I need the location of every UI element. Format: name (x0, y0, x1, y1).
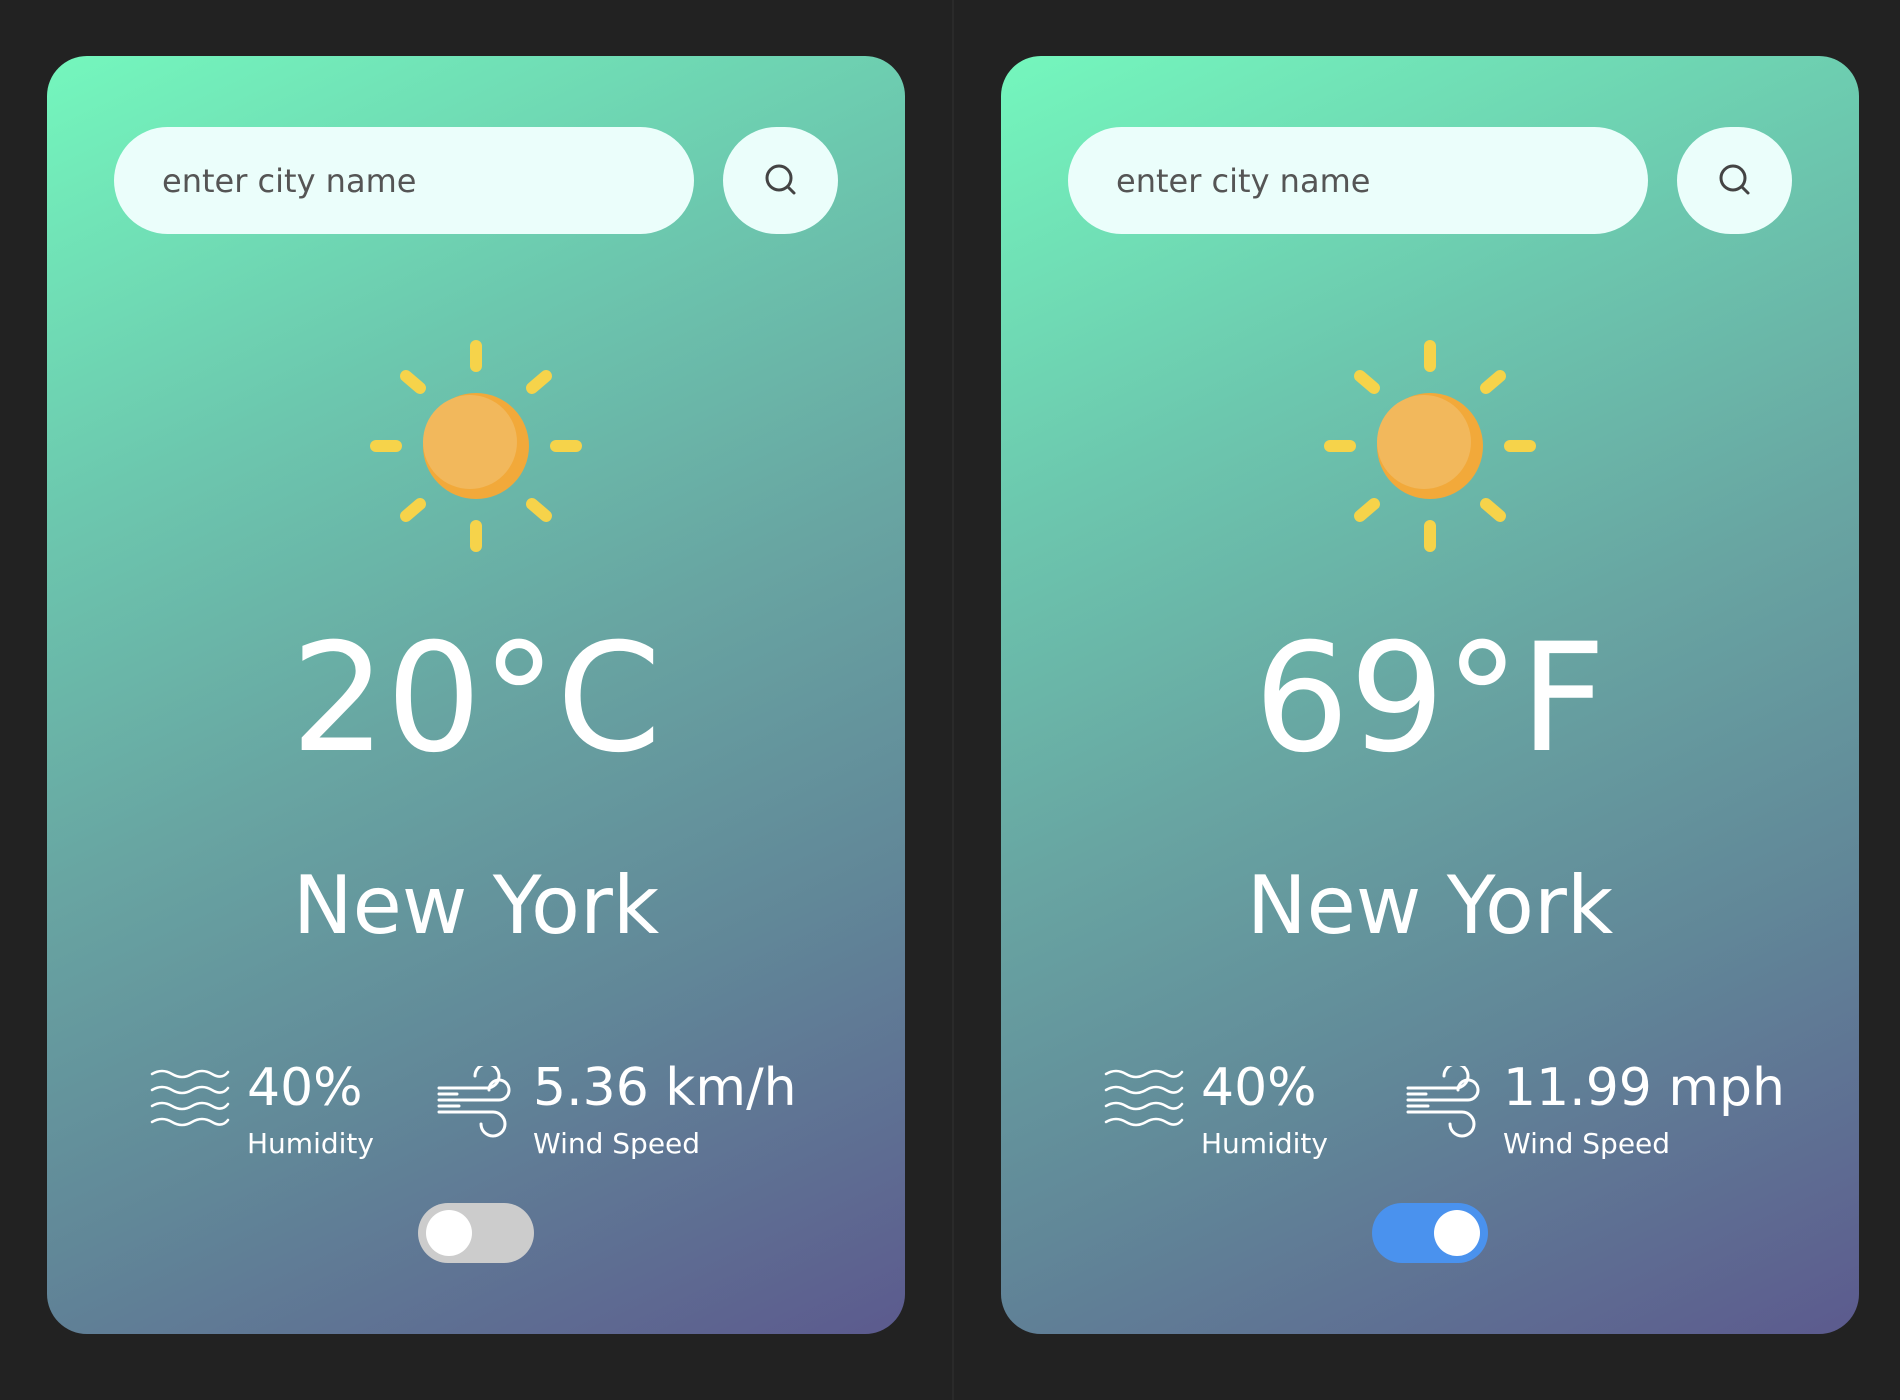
search-icon (1719, 164, 1749, 194)
wind-speed-value: 5.36 km/h (533, 1058, 797, 1118)
humidity-value: 40% (1201, 1058, 1317, 1118)
city-name: New York (1246, 859, 1614, 952)
city-name: New York (292, 859, 660, 952)
search-button[interactable] (723, 127, 838, 234)
city-search-input[interactable] (114, 127, 694, 234)
city-search-input[interactable] (1068, 127, 1648, 234)
app-screen: 20°C New York 40% Humidity 5.36 km/h Win… (0, 0, 1900, 1400)
humidity-label: Humidity (1201, 1127, 1328, 1160)
unit-toggle[interactable] (418, 1203, 534, 1263)
toggle-knob (426, 1210, 472, 1256)
wind-icon (1406, 1066, 1480, 1138)
temperature-value: 20°C (290, 612, 662, 786)
wind-speed-value: 11.99 mph (1503, 1058, 1786, 1118)
wind-speed-label: Wind Speed (1503, 1127, 1671, 1160)
humidity-value: 40% (247, 1058, 363, 1118)
waves-icon (150, 1069, 230, 1127)
unit-toggle[interactable] (1372, 1203, 1488, 1263)
search-button[interactable] (1677, 127, 1792, 234)
sun-icon (1324, 340, 1536, 552)
temperature-value: 69°F (1253, 612, 1607, 786)
wind-icon (437, 1066, 511, 1138)
humidity-label: Humidity (247, 1127, 374, 1160)
sun-icon (370, 340, 582, 552)
weather-card-fahrenheit: 69°F New York 40% Humidity 11.99 mph Win… (1001, 56, 1859, 1334)
panel-divider (952, 0, 954, 1400)
search-icon (765, 164, 795, 194)
wind-speed-label: Wind Speed (533, 1127, 701, 1160)
waves-icon (1104, 1069, 1184, 1127)
weather-card-celsius: 20°C New York 40% Humidity 5.36 km/h Win… (47, 56, 905, 1334)
toggle-knob (1434, 1210, 1480, 1256)
